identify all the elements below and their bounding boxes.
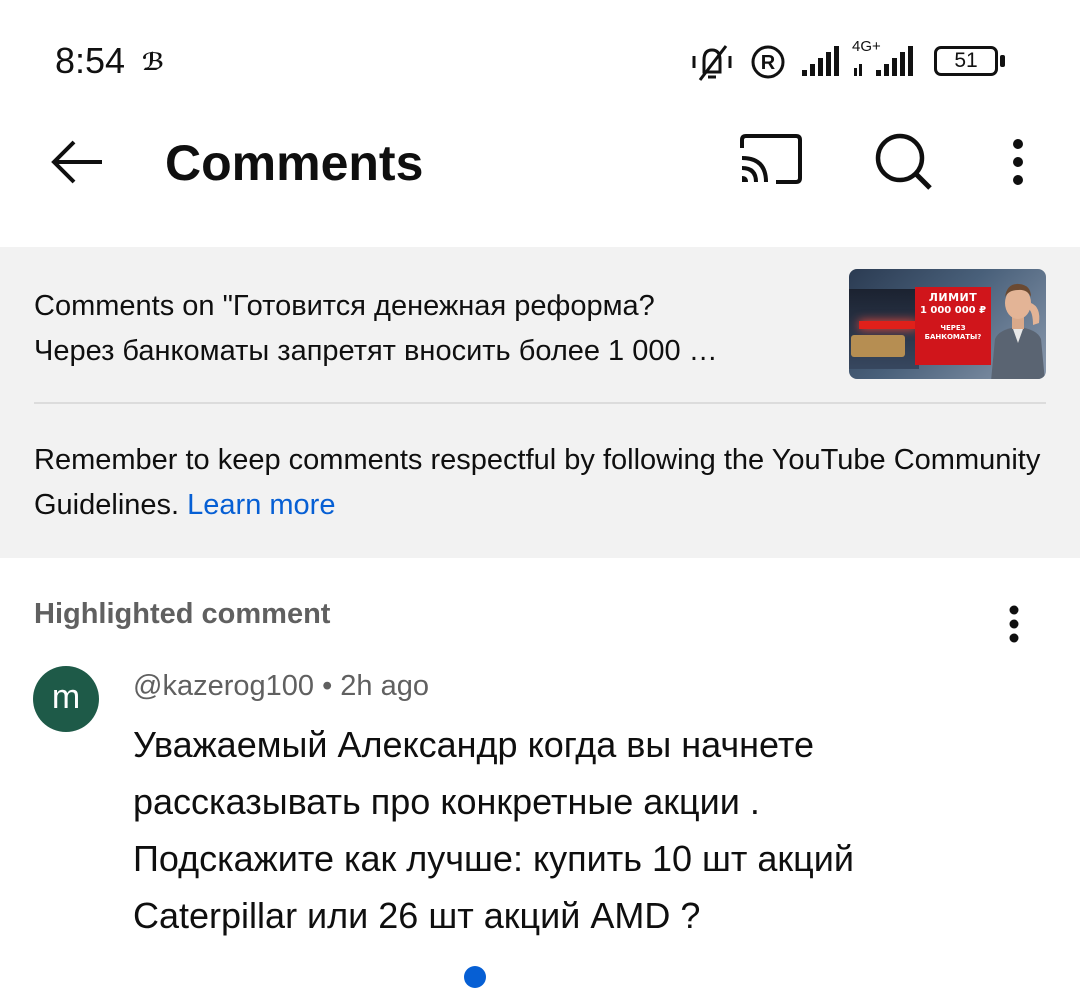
comment-author[interactable]: @kazerog100: [133, 670, 314, 702]
divider: [34, 402, 1046, 404]
highlighted-comment-label: Highlighted comment: [34, 598, 331, 630]
comment-text-line: Уважаемый Александр когда вы начнете: [133, 724, 814, 765]
video-reference-line1: Comments on "Готовится денежная реформа?: [34, 290, 655, 322]
atm-slot-graphic: [859, 321, 917, 329]
signal-icon: [802, 46, 839, 76]
comment-text: Уважаемый Александр когда вы начнете рас…: [133, 716, 1013, 944]
avatar[interactable]: m: [33, 666, 99, 732]
learn-more-link[interactable]: Learn more: [187, 489, 335, 521]
thumbnail-line1: ЛИМИТ: [928, 291, 978, 304]
banknotes-graphic: [851, 335, 905, 357]
more-vertical-icon: [1013, 139, 1023, 185]
thumbnail-line4: БАНКОМАТЫ?: [924, 333, 982, 341]
comment-text-line: рассказывать про конкретные акции .: [133, 781, 760, 822]
video-thumbnail[interactable]: ЛИМИТ 1 000 000 ₽ ЧЕРЕЗ БАНКОМАТЫ?: [849, 269, 1046, 379]
thumbnail-line3: ЧЕРЕЗ: [940, 324, 966, 332]
page-title: Comments: [165, 135, 424, 191]
search-button[interactable]: [872, 130, 936, 194]
status-icons: R 4G+ 51: [688, 38, 1018, 84]
video-reference-line2: Через банкоматы запретят вносить более 1…: [34, 335, 718, 367]
guidelines-notice: Remember to keep comments respectful by …: [34, 438, 1044, 528]
battery-level: 51: [954, 49, 978, 72]
presenter-image: [991, 283, 1045, 379]
atm-graphic: [849, 289, 919, 369]
comment-text-line: Подскажите как лучше: купить 10 шт акций: [133, 838, 854, 879]
thumbnail-banner: ЛИМИТ 1 000 000 ₽ ЧЕРЕЗ БАНКОМАТЫ?: [915, 287, 991, 365]
meta-separator: •: [322, 670, 333, 702]
more-options-button[interactable]: [998, 130, 1038, 194]
status-time: 8:54: [55, 40, 126, 81]
signal-4g-icon: 4G+: [852, 38, 922, 82]
svg-text:R: R: [761, 52, 776, 74]
battery-icon: 51: [934, 44, 1006, 80]
comment-text-line: Caterpillar или 26 шт акций AMD ?: [133, 895, 701, 936]
vibrate-mute-icon: [692, 45, 732, 81]
more-vertical-icon: [1009, 605, 1019, 643]
comment-more-button[interactable]: [996, 600, 1032, 648]
comment-time: 2h ago: [340, 670, 429, 702]
cast-button[interactable]: [738, 132, 804, 192]
search-icon: [875, 133, 932, 190]
status-bar: 8:54 ℬ R 4G+ 51: [0, 0, 1080, 120]
comment-meta: @kazerog100 • 2h ago: [133, 670, 429, 703]
carrier-icon: ℬ: [142, 49, 165, 76]
app-bar: Comments: [0, 110, 1080, 220]
back-button[interactable]: [48, 132, 108, 192]
registered-icon: R: [751, 45, 785, 79]
guidelines-text: Remember to keep comments respectful by …: [34, 444, 1041, 521]
thumbnail-line2: 1 000 000 ₽: [919, 305, 987, 316]
info-panel: Comments on "Готовится денежная реформа?…: [0, 247, 1080, 558]
arrow-left-icon: [51, 140, 102, 184]
scroll-indicator: [464, 966, 486, 988]
cast-icon: [740, 134, 802, 184]
video-reference[interactable]: Comments on "Готовится денежная реформа?…: [34, 284, 834, 374]
